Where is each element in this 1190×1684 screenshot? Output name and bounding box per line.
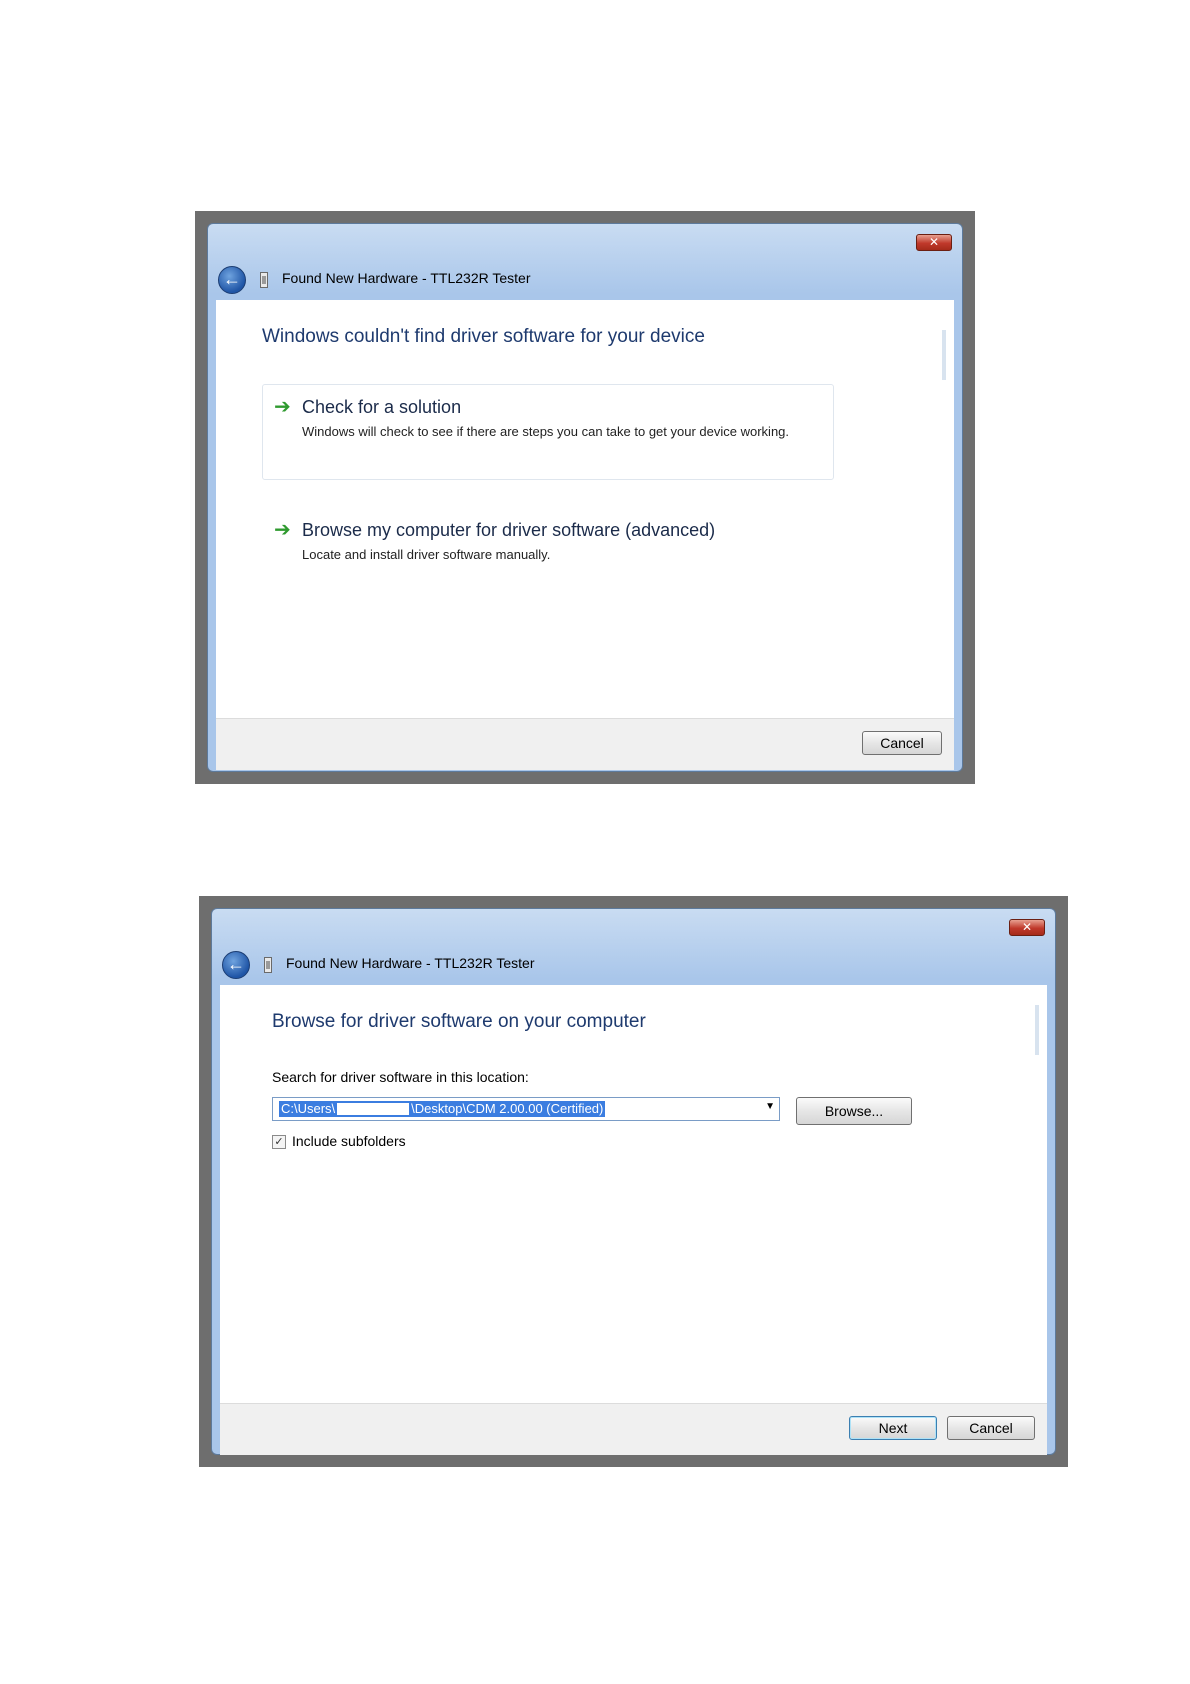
cancel-button[interactable]: Cancel bbox=[947, 1416, 1035, 1440]
browse-button[interactable]: Browse... bbox=[796, 1097, 912, 1125]
option-title: Browse my computer for driver software (… bbox=[302, 520, 716, 540]
next-button[interactable]: Next bbox=[849, 1416, 937, 1440]
screenshot-2: ✕ ← Found New Hardware - TTL232R Tester … bbox=[199, 896, 1068, 1467]
scrollbar-track bbox=[942, 330, 946, 380]
back-arrow-icon[interactable]: ← bbox=[222, 951, 250, 979]
green-arrow-icon: ➔ bbox=[274, 519, 291, 541]
page-heading: Browse for driver software on your compu… bbox=[272, 1011, 646, 1032]
cancel-button[interactable]: Cancel bbox=[862, 731, 942, 755]
browse-computer-option[interactable]: ➔ Browse my computer for driver software… bbox=[274, 520, 794, 564]
window-title: Found New Hardware - TTL232R Tester bbox=[286, 955, 535, 971]
window-title: Found New Hardware - TTL232R Tester bbox=[282, 270, 531, 286]
title-bar: ✕ ← Found New Hardware - TTL232R Tester bbox=[212, 909, 1055, 981]
back-arrow-icon[interactable]: ← bbox=[218, 266, 246, 294]
dialog-content: Windows couldn't find driver software fo… bbox=[216, 300, 954, 718]
title-bar: ✕ ← Found New Hardware - TTL232R Tester bbox=[208, 224, 962, 296]
found-new-hardware-dialog-1: ✕ ← Found New Hardware - TTL232R Tester … bbox=[207, 223, 963, 772]
found-new-hardware-dialog-2: ✕ ← Found New Hardware - TTL232R Tester … bbox=[211, 908, 1056, 1455]
include-subfolders-label: Include subfolders bbox=[292, 1133, 406, 1149]
scrollbar-track bbox=[1035, 1005, 1039, 1055]
close-icon: ✕ bbox=[1021, 920, 1033, 934]
dialog-footer: Cancel bbox=[216, 718, 954, 770]
usb-device-icon bbox=[260, 272, 268, 288]
close-button[interactable]: ✕ bbox=[1009, 919, 1045, 936]
redacted-username bbox=[337, 1103, 410, 1115]
screenshot-1: ✕ ← Found New Hardware - TTL232R Tester … bbox=[195, 211, 975, 784]
usb-device-icon bbox=[264, 957, 272, 973]
dialog-footer: Next Cancel bbox=[220, 1403, 1047, 1455]
include-subfolders-checkbox[interactable]: ✓ bbox=[272, 1135, 286, 1149]
search-location-label: Search for driver software in this locat… bbox=[272, 1069, 529, 1085]
chevron-down-icon[interactable]: ▼ bbox=[765, 1101, 775, 1112]
path-prefix: C:\Users\ bbox=[281, 1101, 336, 1116]
selected-path-text: C:\Users\ \Desktop\CDM 2.00.00 (Certified… bbox=[279, 1101, 606, 1117]
close-button[interactable]: ✕ bbox=[916, 234, 952, 251]
page-heading: Windows couldn't find driver software fo… bbox=[262, 326, 705, 347]
option-title: Check for a solution bbox=[302, 397, 462, 417]
option-description: Locate and install driver software manua… bbox=[302, 547, 551, 562]
path-suffix: \Desktop\CDM 2.00.00 (Certified) bbox=[411, 1101, 604, 1116]
check-for-solution-option[interactable]: ➔ Check for a solution Windows will chec… bbox=[274, 397, 814, 461]
green-arrow-icon: ➔ bbox=[274, 396, 291, 418]
dialog-content: Browse for driver software on your compu… bbox=[220, 985, 1047, 1403]
driver-path-combobox[interactable]: C:\Users\ \Desktop\CDM 2.00.00 (Certified… bbox=[272, 1097, 780, 1121]
close-icon: ✕ bbox=[928, 235, 940, 249]
option-description: Windows will check to see if there are s… bbox=[302, 424, 790, 439]
